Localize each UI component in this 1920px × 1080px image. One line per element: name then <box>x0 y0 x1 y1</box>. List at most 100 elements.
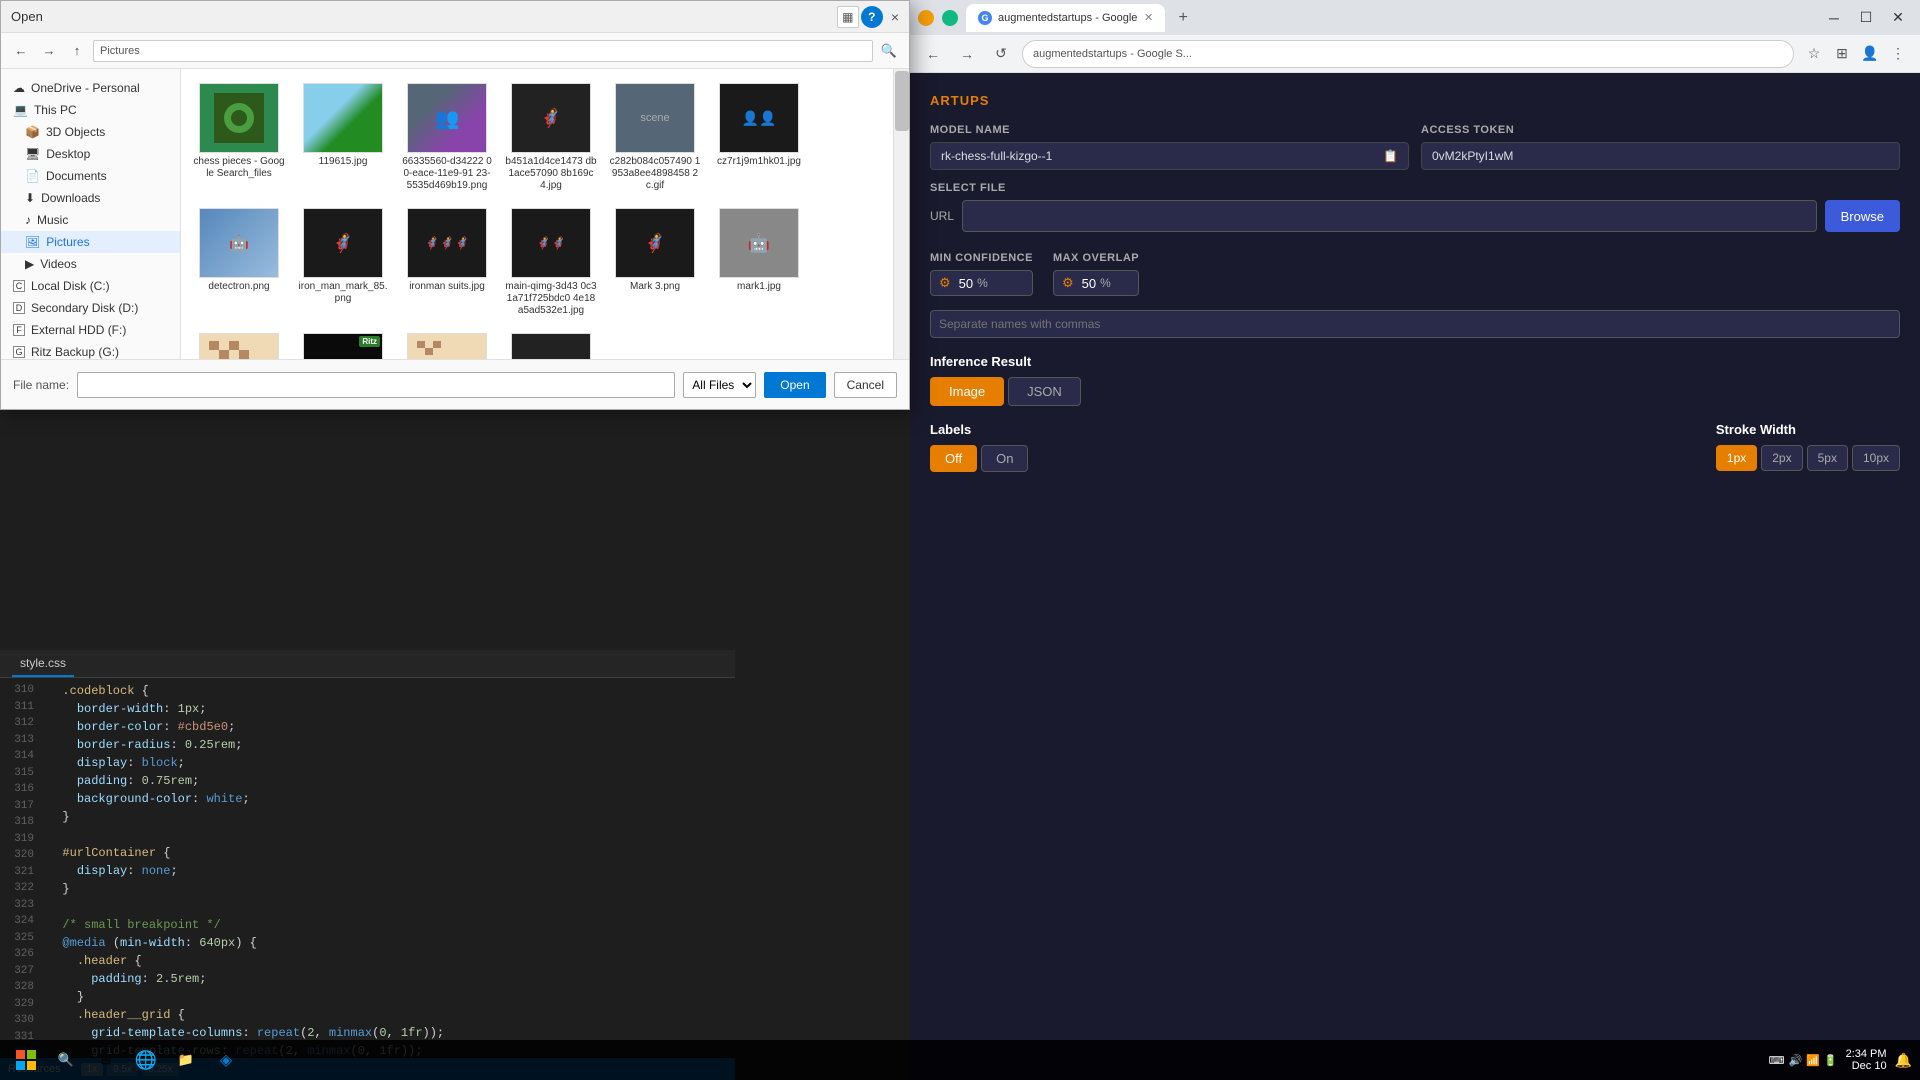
access-token-section: ACCESS TOKEN 0vM2kPtyI1wM <box>1421 124 1900 170</box>
browse-button[interactable]: Browse <box>1825 200 1900 232</box>
nav-up-button[interactable]: ↑ <box>65 39 89 63</box>
search-button[interactable]: 🔍 <box>877 39 901 63</box>
cancel-button[interactable]: Cancel <box>834 372 897 398</box>
sidebar-item-documents[interactable]: 📄 Documents <box>1 165 180 187</box>
window-minimize-button[interactable]: ─ <box>1820 4 1848 32</box>
minimize-button[interactable] <box>918 10 934 26</box>
new-tab-button[interactable]: + <box>1169 4 1197 32</box>
sidebar-item-downloads[interactable]: ⬇ Downloads <box>1 187 180 209</box>
sidebar-item-onedrive[interactable]: ☁ OneDrive - Personal <box>1 77 180 99</box>
file-item[interactable]: 👥 66335560-d34222 00-eace-11e9-91 23-553… <box>397 77 497 198</box>
labels-on-button[interactable]: On <box>981 445 1028 472</box>
help-button[interactable]: ? <box>861 6 883 28</box>
file-item[interactable]: 🤖 mark1.jpg <box>709 202 809 323</box>
reload-button[interactable]: ↺ <box>988 41 1014 67</box>
tab-close-button[interactable]: ✕ <box>1144 11 1153 24</box>
json-button[interactable]: JSON <box>1008 377 1081 406</box>
maximize-button[interactable] <box>942 10 958 26</box>
copy-model-button[interactable]: 📋 <box>1383 149 1398 163</box>
window-restore-button[interactable]: ☐ <box>1852 4 1880 32</box>
taskbar-clock[interactable]: 2:34 PM Dec 10 <box>1846 1048 1887 1072</box>
taskview-button[interactable]: ⊞ <box>88 1042 124 1078</box>
brand-label: ARTUPS <box>930 93 1900 108</box>
stroke-1px-button[interactable]: 1px <box>1716 445 1757 471</box>
editor-tab[interactable]: style.css <box>12 650 74 677</box>
file-item[interactable]: original.jpg <box>189 327 289 359</box>
file-item[interactable]: chess pieces - Google Search_files <box>189 77 289 198</box>
nav-forward-button[interactable]: → <box>37 39 61 63</box>
code-text[interactable]: .codeblock { border-width: 1px; border-c… <box>40 678 735 1080</box>
model-name-value: rk-chess-full-kizgo--1 <box>941 149 1052 163</box>
sidebar-item-desktop[interactable]: 🖥 Desktop <box>1 143 180 165</box>
file-thumbnail: 🦸 <box>511 83 591 153</box>
sidebar-item-external-f[interactable]: F External HDD (F:) <box>1 319 180 341</box>
drive-icon: F <box>13 324 25 336</box>
file-item[interactable]: scene c282b084c057490 1953a8ee4898458 2c… <box>605 77 705 198</box>
file-item[interactable]: Ritz +3 Ritz detection.png <box>293 327 393 359</box>
labels-off-button[interactable]: Off <box>930 445 977 472</box>
url-input[interactable] <box>962 200 1817 232</box>
stroke-5px-button[interactable]: 5px <box>1807 445 1848 471</box>
notification-button[interactable]: 🔔 <box>1895 1052 1912 1069</box>
file-item[interactable]: 👥 social distancing gif.gif <box>501 327 601 359</box>
sidebar-item-music[interactable]: ♪ Music <box>1 209 180 231</box>
file-item[interactable]: 119615.jpg <box>293 77 393 198</box>
filetype-select[interactable]: All Files <box>683 372 756 398</box>
file-name: detectron.png <box>208 281 269 293</box>
min-confidence-field: ⚙ 50 % <box>930 270 1033 296</box>
start-button[interactable] <box>8 1042 44 1078</box>
select-file-section: Select File URL Browse <box>930 182 1900 232</box>
tags-input[interactable] <box>930 310 1900 338</box>
open-button[interactable]: Open <box>764 372 825 398</box>
edge-button[interactable]: 🌐 <box>128 1042 164 1078</box>
inference-buttons: Image JSON <box>930 377 1900 406</box>
extensions-icon[interactable]: ⊞ <box>1830 42 1854 66</box>
filename-input[interactable] <box>77 372 675 398</box>
dialog-titlebar: Open ▦ ? × <box>1 1 909 33</box>
stroke-10px-button[interactable]: 10px <box>1852 445 1900 471</box>
url-bar[interactable]: augmentedstartups - Google S... <box>1022 40 1794 68</box>
sidebar-item-secondary-d[interactable]: D Secondary Disk (D:) <box>1 297 180 319</box>
file-name: 119615.jpg <box>319 156 368 168</box>
view-icon[interactable]: ▦ <box>837 6 859 28</box>
image-button[interactable]: Image <box>930 377 1004 406</box>
scrollbar[interactable] <box>893 69 909 359</box>
file-item[interactable]: Screenshot 2020-12-10 070834.png <box>397 327 497 359</box>
file-item[interactable]: 🦸🦸🦸 ironman suits.jpg <box>397 202 497 323</box>
sidebar-item-videos[interactable]: ▶ Videos <box>1 253 180 275</box>
pictures-icon: 🖼 <box>25 235 40 249</box>
pc-icon: 💻 <box>13 103 28 117</box>
settings-icon[interactable]: ⋮ <box>1886 42 1910 66</box>
file-item[interactable]: 🤖 detectron.png <box>189 202 289 323</box>
dialog-close-button[interactable]: × <box>891 9 899 25</box>
file-item[interactable]: 🦸🦸 main-qimg-3d43 0c31a71f725bdc0 4e18a5… <box>501 202 601 323</box>
bookmark-icon[interactable]: ☆ <box>1802 42 1826 66</box>
forward-button[interactable]: → <box>954 41 980 67</box>
window-close-button[interactable]: ✕ <box>1884 4 1912 32</box>
back-button[interactable]: ← <box>920 41 946 67</box>
file-item[interactable]: 👤👤 cz7r1j9m1hk01.jpg <box>709 77 809 198</box>
profile-icon[interactable]: 👤 <box>1858 42 1882 66</box>
stroke-2px-button[interactable]: 2px <box>1761 445 1802 471</box>
labels-section: Labels Off On <box>930 422 1028 472</box>
file-item[interactable]: 🦸 b451a1d4ce1473 db1ace57090 8b169c4.jpg <box>501 77 601 198</box>
sidebar-item-3dobjects[interactable]: 📦 3D Objects <box>1 121 180 143</box>
sidebar-item-local-c[interactable]: C Local Disk (C:) <box>1 275 180 297</box>
sidebar-item-thispc[interactable]: 💻 This PC <box>1 99 180 121</box>
sidebar-item-label: Documents <box>46 169 107 183</box>
nav-back-button[interactable]: ← <box>9 39 33 63</box>
search-taskbar-button[interactable]: 🔍 <box>48 1042 84 1078</box>
sidebar-item-ritz-g[interactable]: G Ritz Backup (G:) <box>1 341 180 359</box>
line-numbers: 310311312313314 315316317318319 32032132… <box>0 678 40 1080</box>
file-name: mark1.jpg <box>737 281 781 293</box>
browser-tab[interactable]: G augmentedstartups - Google S... ✕ <box>966 4 1165 32</box>
sidebar-item-pictures[interactable]: 🖼 Pictures <box>1 231 180 253</box>
file-name: Mark 3.png <box>630 281 680 293</box>
file-item[interactable]: 🦸 iron_man_mark_85.png <box>293 202 393 323</box>
stroke-width-section: Stroke Width 1px 2px 5px 10px <box>1716 422 1900 471</box>
file-thumbnail <box>199 83 279 153</box>
file-item[interactable]: 🦸 Mark 3.png <box>605 202 705 323</box>
vscode-button[interactable]: ◈ <box>208 1042 244 1078</box>
model-token-row: MODEL NAME rk-chess-full-kizgo--1 📋 ACCE… <box>930 124 1900 170</box>
folder-taskbar-button[interactable]: 📁 <box>168 1042 204 1078</box>
